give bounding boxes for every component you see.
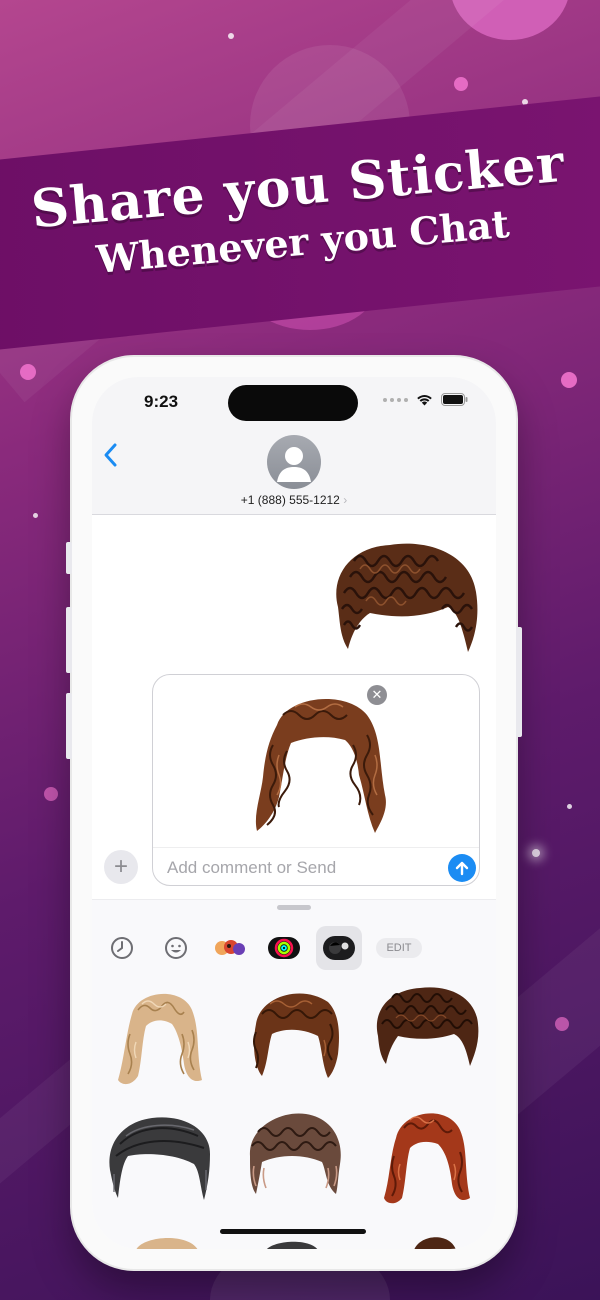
hair-sticker-partial-left[interactable] [132,1230,202,1249]
phone-volume-up-button [66,607,72,673]
brown-wavy-hair-sticker-image [253,993,339,1078]
background-sparkle [567,804,572,809]
background-dot [555,1017,569,1031]
message-input[interactable] [167,857,427,879]
cellular-signal-icon [383,397,408,402]
contact-chevron-icon: › [343,493,348,507]
contact-avatar[interactable] [267,435,321,489]
phone-mockup: 9:23 +1 (888) 555-1212 › ✕ Add comment o… [66,357,522,1269]
blonde-wavy-hair-sticker-image [118,993,202,1085]
send-button[interactable] [448,854,476,882]
remove-sticker-button[interactable]: ✕ [367,685,387,705]
plus-button[interactable]: + [104,850,138,884]
curly-short-hair-sticker-image [336,543,478,652]
home-indicator[interactable] [220,1229,366,1234]
dynamic-island [228,385,358,421]
phone-power-button [516,627,522,737]
hair-sticker-partial-right[interactable] [410,1230,460,1249]
contact-number: +1 (888) 555-1212 [240,493,340,507]
person-silhouette-icon [277,447,311,482]
phone-action-button [66,542,72,574]
red-long-hair-sticker-image [384,1113,470,1204]
background-dot [561,372,577,388]
arrow-up-icon [455,861,469,876]
memoji-stickers-icon[interactable] [210,926,250,970]
wifi-icon [417,394,432,405]
status-time: 9:23 [144,392,179,411]
battery-icon [441,393,468,406]
wavy-long-hair-sticker-image [255,698,386,833]
emoji-icon[interactable] [156,926,196,970]
status-icons [383,393,468,406]
hair-sticker-ombre-shag[interactable] [240,1106,344,1200]
hair-sticker-app-icon[interactable] [316,926,362,970]
hair-sticker-dark-pompadour[interactable] [106,1110,214,1204]
edit-button[interactable]: EDIT [376,938,422,958]
hair-sticker-blonde-wavy[interactable] [112,984,208,1090]
chevron-left-icon [104,443,117,467]
recents-clock-icon[interactable] [102,926,142,970]
conversation-header: 9:23 +1 (888) 555-1212 › [92,377,496,515]
status-bar: 9:23 [92,377,496,427]
compose-separator [153,847,479,848]
phone-screen: 9:23 +1 (888) 555-1212 › ✕ Add comment o… [92,377,496,1249]
phone-volume-down-button [66,693,72,759]
brown-hair-sticker-image [414,1237,456,1249]
hair-sticker-curly-short[interactable] [372,984,480,1072]
background-sparkle [33,513,38,518]
drawer-grabber[interactable] [277,905,311,910]
compose-box[interactable]: ✕ [152,674,480,886]
hair-sticker-partial-middle[interactable] [262,1236,322,1249]
hair-sticker-red-long[interactable] [382,1102,472,1208]
pending-hair-sticker[interactable] [247,685,389,835]
ombre-shag-hair-sticker-image [249,1113,341,1194]
dark-pompadour-hair-sticker-image [109,1117,210,1200]
background-dot [454,77,468,91]
curly-short-hair-sticker-image [376,987,479,1066]
sent-hair-sticker[interactable] [330,537,480,659]
background-sparkle [228,33,234,39]
background-dot [20,364,36,380]
contact-name[interactable]: +1 (888) 555-1212 › [92,493,496,507]
blonde-hair-sticker-image [136,1238,198,1249]
activity-rings-icon[interactable] [264,926,304,970]
sticker-drawer: EDIT [92,899,496,1249]
hair-sticker-brown-wavy[interactable] [242,984,346,1080]
background-dot [44,787,58,801]
back-button[interactable] [102,442,126,476]
app-strip: EDIT [92,926,496,970]
background-sparkle [532,849,540,857]
dark-hair-sticker-image [267,1241,317,1249]
